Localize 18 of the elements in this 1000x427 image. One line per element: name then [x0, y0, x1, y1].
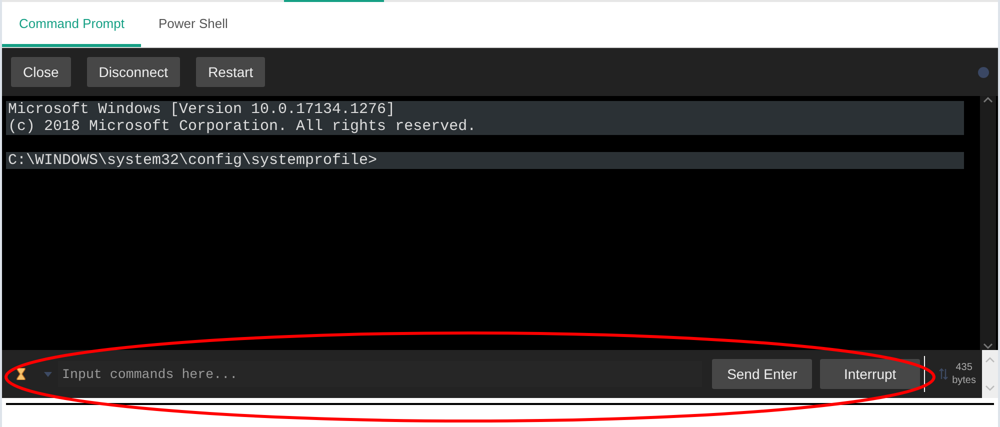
status-dot-icon: [978, 66, 989, 78]
byte-count: 435: [956, 361, 972, 374]
toolbar-button[interactable]: Restart: [196, 57, 266, 87]
tab[interactable]: Power Shell: [141, 2, 245, 47]
interrupt-button[interactable]: Interrupt: [820, 359, 920, 389]
scroll-down-icon[interactable]: [983, 342, 993, 350]
terminal-line: C:\WINDOWS\system32\config\systemprofile>: [7, 152, 378, 169]
terminal-line: Microsoft Windows [Version 10.0.17134.1276]: [7, 101, 396, 118]
transfer-arrows-icon: [939, 368, 948, 380]
scrollbar[interactable]: [980, 96, 996, 350]
terminal-line: (c) 2018 Microsoft Corporation. All rights reserved.: [7, 118, 478, 135]
send-enter-button[interactable]: Send Enter: [712, 359, 812, 389]
scroll-up-icon[interactable]: [983, 96, 993, 104]
hourglass-icon: [16, 368, 26, 380]
byte-unit: bytes: [952, 374, 976, 387]
dropdown-caret-icon[interactable]: [44, 372, 52, 376]
toolbar-button[interactable]: Disconnect: [86, 57, 180, 87]
toolbar-button[interactable]: Close: [11, 57, 71, 87]
